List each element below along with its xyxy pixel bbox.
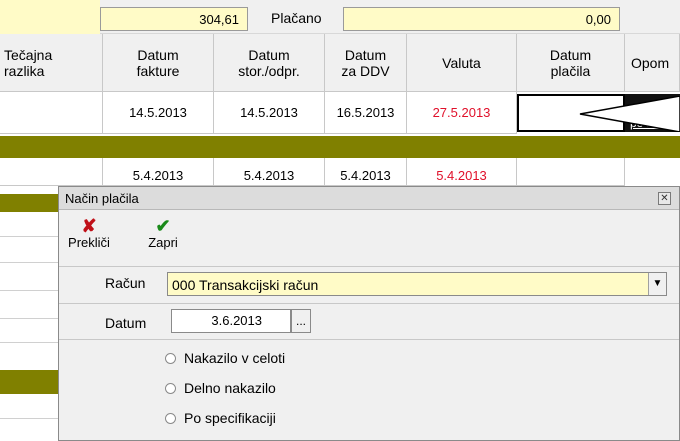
col-valuta[interactable]: Valuta xyxy=(407,34,517,92)
row-divider xyxy=(0,318,58,319)
placano-label: Plačano xyxy=(271,10,322,26)
col-datum-fakture[interactable]: Datum fakture xyxy=(103,34,214,92)
table-cell[interactable] xyxy=(0,158,103,186)
table-cell[interactable] xyxy=(0,92,103,134)
group-band xyxy=(0,136,680,158)
green-check-icon: ✔ xyxy=(155,216,171,236)
table-cell-valuta[interactable]: 5.4.2013 xyxy=(407,158,517,186)
row-divider xyxy=(0,290,58,291)
col-datum-stor[interactable]: Datum stor./odpr. xyxy=(214,34,325,92)
col-opomba[interactable]: Opom xyxy=(625,34,680,92)
radio-label: Po specifikaciji xyxy=(184,410,276,426)
zapri-label: Zapri xyxy=(148,235,178,250)
table-cell-stor[interactable]: 5.4.2013 xyxy=(214,158,325,186)
datum-label: Datum xyxy=(105,315,147,331)
radio-delno-nakazilo[interactable]: Delno nakazilo xyxy=(165,380,276,396)
table-cell-fakture[interactable]: 14.5.2013 xyxy=(103,92,214,134)
preklici-label: Prekliči xyxy=(68,235,110,250)
divider xyxy=(59,303,679,304)
amount-field[interactable]: 304,61 xyxy=(100,7,248,31)
datum-field[interactable]: 3.6.2013 xyxy=(171,309,291,333)
zapri-button[interactable]: ✔ Zapri xyxy=(143,217,183,250)
table-cell-stor[interactable]: 14.5.2013 xyxy=(214,92,325,134)
col-datum-placila[interactable]: Datum plačila xyxy=(517,34,625,92)
nacin-placila-dialog: Način plačila ✕ ✘ Prekliči ✔ Zapri Račun… xyxy=(58,186,680,441)
dialog-titlebar: Način plačila xyxy=(59,187,679,210)
row-divider xyxy=(0,236,58,237)
divider xyxy=(59,266,679,267)
radio-icon xyxy=(165,412,176,424)
table-cell-valuta[interactable]: 27.5.2013 xyxy=(407,92,517,134)
radio-label: Nakazilo v celoti xyxy=(184,350,286,366)
racun-label: Račun xyxy=(105,275,146,291)
table-cell-fakture[interactable]: 5.4.2013 xyxy=(103,158,214,186)
radio-icon xyxy=(165,352,176,364)
row-divider xyxy=(0,262,58,263)
chevron-down-icon[interactable]: ▼ xyxy=(648,273,666,295)
table-cell[interactable] xyxy=(517,158,625,186)
racun-select[interactable]: 000 Transakcijski račun ▼ xyxy=(167,272,667,296)
close-icon[interactable]: ✕ xyxy=(658,192,671,205)
dialog-title: Način plačila xyxy=(65,190,139,206)
radio-label: Delno nakazilo xyxy=(184,380,276,396)
radio-po-specifikaciji[interactable]: Po specifikaciji xyxy=(165,410,276,426)
left-filler xyxy=(0,0,100,34)
row-divider xyxy=(0,342,58,343)
datum-picker-button[interactable]: ... xyxy=(291,309,311,333)
col-tecajna-razlika[interactable]: Tečajna razlika xyxy=(0,34,103,92)
racun-value: 000 Transakcijski račun xyxy=(172,277,319,293)
table-cell-ddv[interactable]: 5.4.2013 xyxy=(325,158,407,186)
col-datum-ddv[interactable]: Datum za DDV xyxy=(325,34,407,92)
radio-nakazilo-v-celoti[interactable]: Nakazilo v celoti xyxy=(165,350,285,366)
radio-icon xyxy=(165,382,176,394)
preklici-button[interactable]: ✘ Prekliči xyxy=(68,216,110,250)
red-x-icon: ✘ xyxy=(81,216,97,236)
row-divider xyxy=(0,418,58,419)
group-band xyxy=(0,194,58,212)
placano-field[interactable]: 0,00 xyxy=(343,7,620,31)
callout-arrow-icon xyxy=(579,96,680,132)
divider xyxy=(59,339,679,340)
table-cell-ddv[interactable]: 16.5.2013 xyxy=(325,92,407,134)
group-band xyxy=(0,370,58,394)
